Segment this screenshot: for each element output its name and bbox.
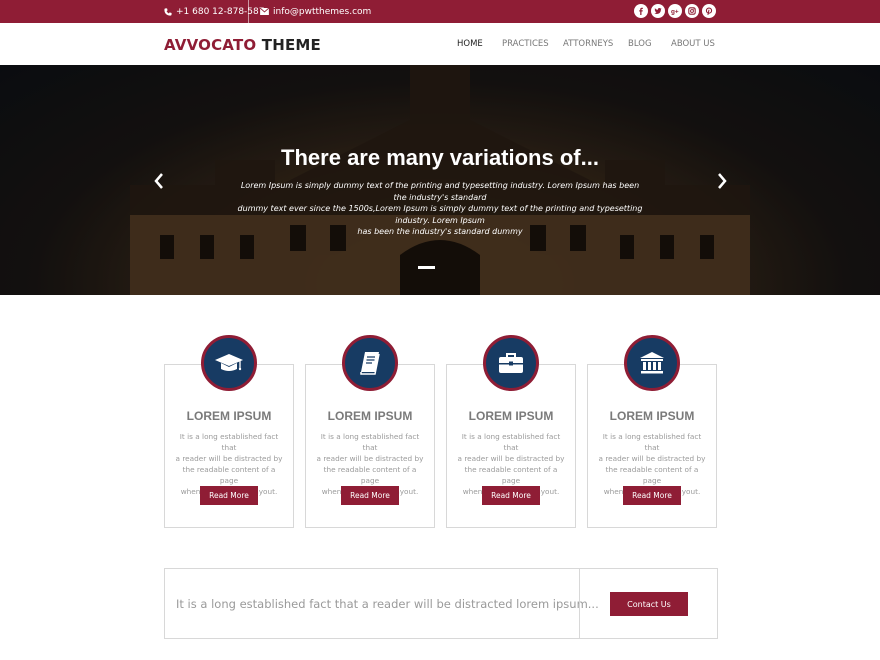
feature-title: LOREM IPSUM <box>327 409 413 423</box>
feature-text-line: It is a long established fact that <box>602 432 702 452</box>
logo-text-secondary: THEME <box>261 36 321 54</box>
feature-text-line: a reader will be distracted by <box>598 454 706 463</box>
phone-contact[interactable]: +1 680 12-878-587 <box>164 0 264 23</box>
feature-text-line: a reader will be distracted by <box>316 454 424 463</box>
nav-item-about-us[interactable]: ABOUT US <box>671 39 715 49</box>
google-plus-icon[interactable]: g+ <box>668 4 682 18</box>
chevron-right-icon <box>718 173 727 189</box>
graduation-cap-icon <box>215 354 243 371</box>
phone-icon <box>164 7 172 16</box>
hero-text-line: dummy text ever since the 1500s,Lorem Ip… <box>237 204 643 225</box>
nav-item-home[interactable]: HOME <box>457 39 483 49</box>
contact-us-button[interactable]: Contact Us <box>610 592 688 616</box>
instagram-icon[interactable] <box>685 4 699 18</box>
nav-item-practices[interactable]: PRACTICES <box>502 39 549 49</box>
hero-text-line: Lorem Ipsum is simply dummy text of the … <box>240 181 640 202</box>
read-more-button[interactable]: Read More <box>341 486 399 505</box>
feature-text-line: the readable content of a page <box>605 465 699 485</box>
feature-text-line: It is a long established fact that <box>320 432 420 452</box>
twitter-icon[interactable] <box>651 4 665 18</box>
read-more-button[interactable]: Read More <box>623 486 681 505</box>
feature-title: LOREM IPSUM <box>186 409 272 423</box>
pinterest-icon[interactable] <box>702 4 716 18</box>
read-more-button[interactable]: Read More <box>482 486 540 505</box>
feature-title: LOREM IPSUM <box>609 409 695 423</box>
feature-text-line: It is a long established fact that <box>461 432 561 452</box>
feature-badge <box>483 335 539 391</box>
phone-number: +1 680 12-878-587 <box>176 6 265 17</box>
top-bar: +1 680 12-878-587 info@pwtthemes.com g+ <box>0 0 880 23</box>
feature-text-line: the readable content of a page <box>323 465 417 485</box>
site-logo[interactable]: AVVOCATO THEME <box>164 36 321 54</box>
social-links: g+ <box>634 4 716 18</box>
callout-divider <box>579 569 580 638</box>
read-more-button[interactable]: Read More <box>200 486 258 505</box>
email-contact[interactable]: info@pwtthemes.com <box>260 0 371 23</box>
topbar-divider <box>248 0 249 23</box>
feature-title: LOREM IPSUM <box>468 409 554 423</box>
svg-text:g+: g+ <box>671 9 679 15</box>
site-header: AVVOCATO THEME HOME PRACTICES ATTORNEYS … <box>0 23 880 65</box>
hero-slider: There are many variations of... Lorem Ip… <box>0 65 880 295</box>
slider-prev-button[interactable] <box>150 170 168 192</box>
slider-indicator[interactable] <box>418 266 435 269</box>
logo-text-primary: AVVOCATO <box>164 36 257 54</box>
nav-item-blog[interactable]: BLOG <box>628 39 652 49</box>
callout-text: It is a long established fact that a rea… <box>176 597 599 611</box>
facebook-icon[interactable] <box>634 4 648 18</box>
hero-description: Lorem Ipsum is simply dummy text of the … <box>234 180 646 238</box>
book-icon <box>360 352 380 375</box>
feature-text-line: It is a long established fact that <box>179 432 279 452</box>
feature-badge <box>342 335 398 391</box>
feature-badge <box>624 335 680 391</box>
slider-next-button[interactable] <box>713 170 731 192</box>
hero-title: There are many variations of... <box>281 145 599 170</box>
feature-text-line: the readable content of a page <box>182 465 276 485</box>
envelope-icon <box>260 8 269 15</box>
briefcase-icon <box>499 353 523 373</box>
feature-text-line: a reader will be distracted by <box>457 454 565 463</box>
feature-text-line: the readable content of a page <box>464 465 558 485</box>
bank-building-icon <box>640 352 664 374</box>
email-address: info@pwtthemes.com <box>273 6 372 17</box>
nav-item-attorneys[interactable]: ATTORNEYS <box>563 39 613 49</box>
hero-text-line: has been the industry's standard dummy <box>357 227 523 236</box>
feature-badge <box>201 335 257 391</box>
contact-callout: It is a long established fact that a rea… <box>164 568 718 639</box>
feature-text-line: a reader will be distracted by <box>175 454 283 463</box>
chevron-left-icon <box>154 173 163 189</box>
